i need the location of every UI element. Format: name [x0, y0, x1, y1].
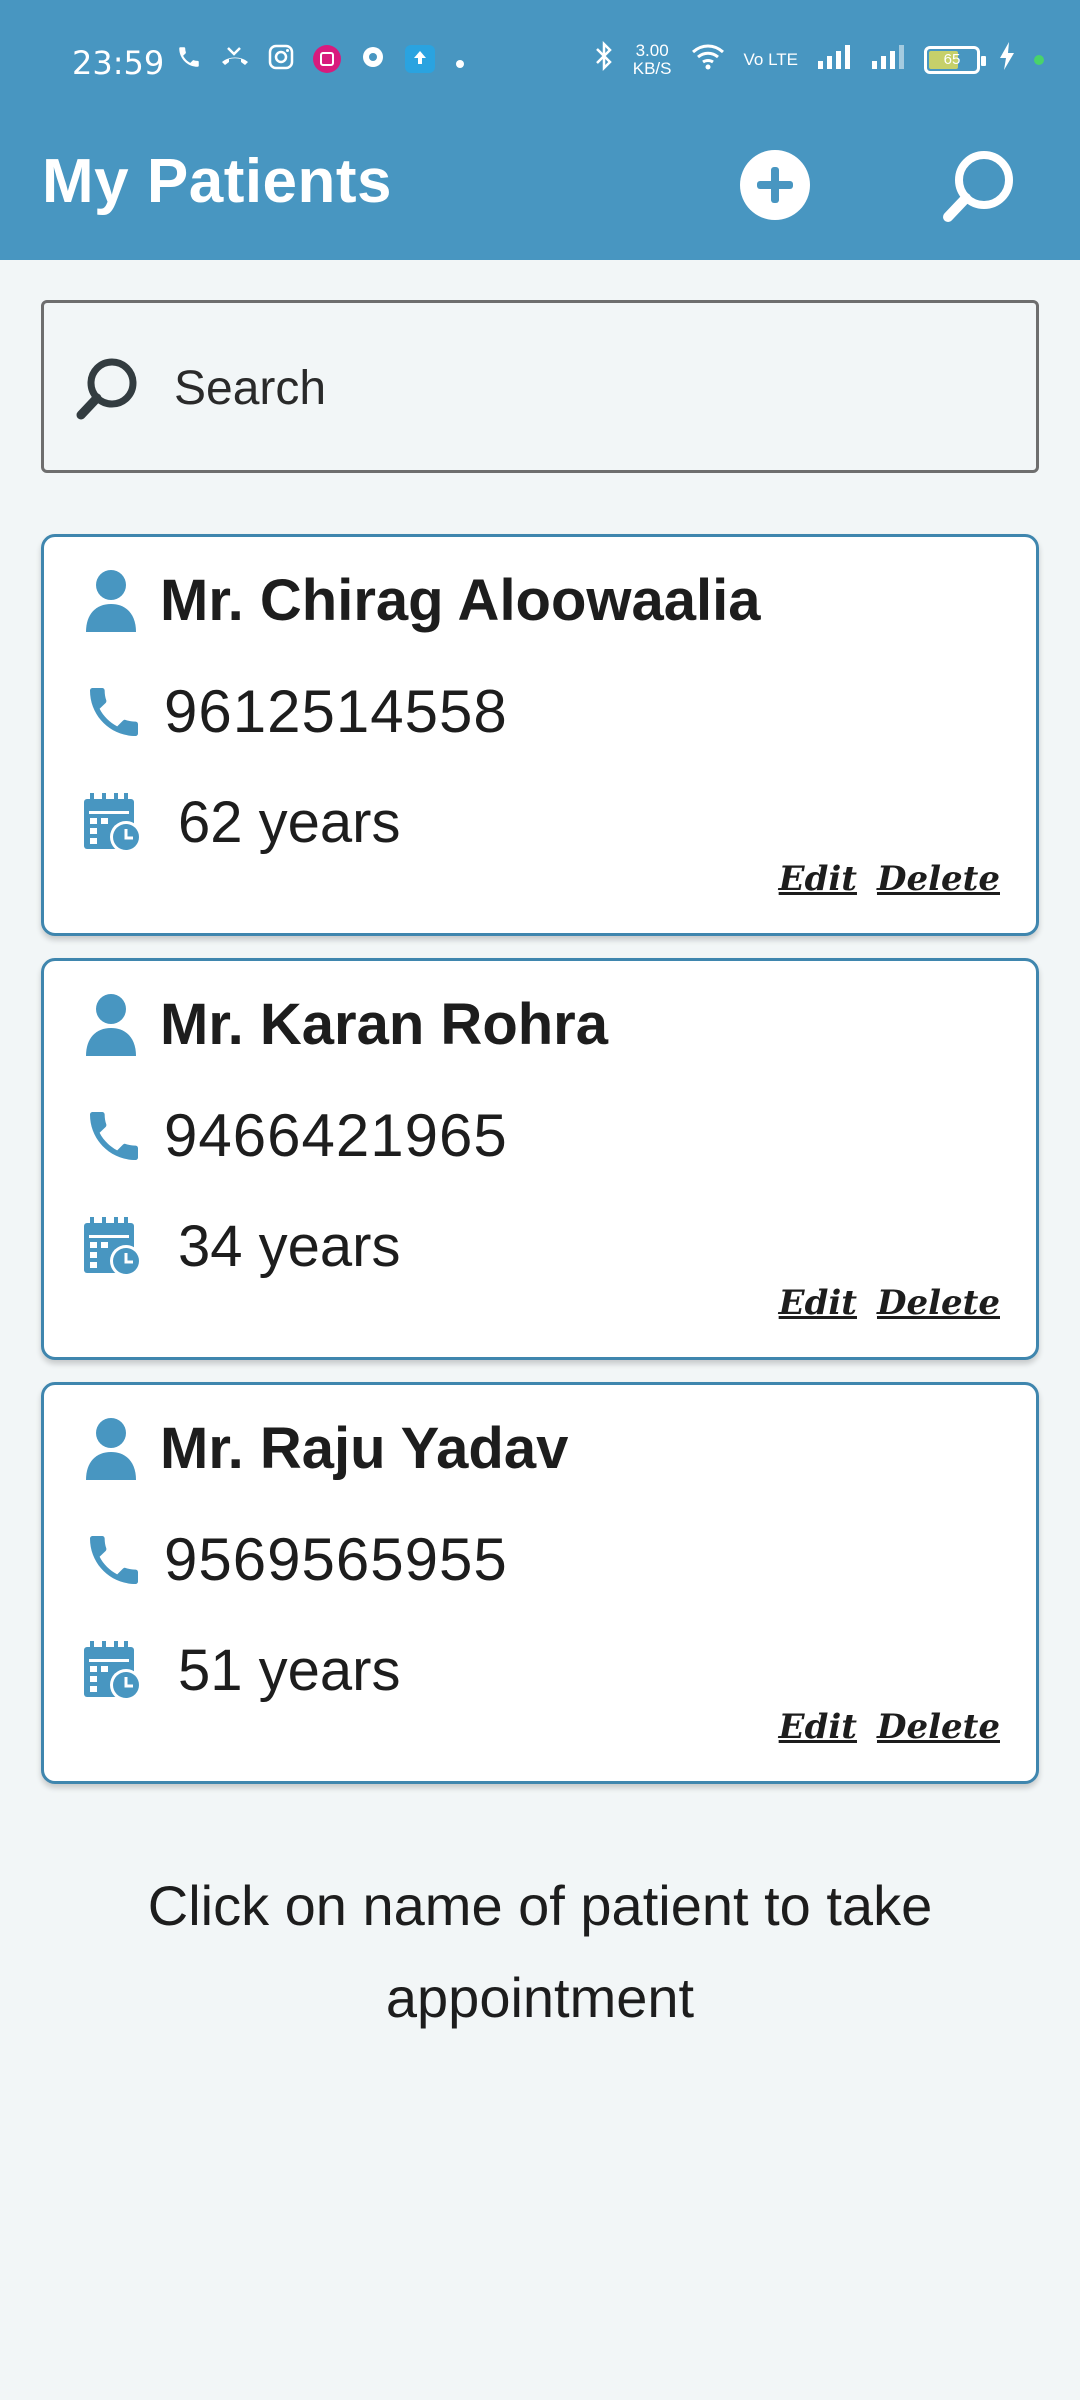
patient-name-row[interactable]: Mr. Chirag Aloowaalia: [82, 567, 761, 634]
card-actions: Edit Delete: [779, 859, 1000, 899]
edit-link[interactable]: Edit: [779, 859, 857, 899]
signal-icon-2: [870, 42, 906, 79]
patient-card: Mr. Karan Rohra 9466421965 34 years Edit…: [41, 958, 1039, 1360]
bluetooth-icon: [593, 40, 615, 80]
patient-card: Mr. Raju Yadav 9569565955 51 years Edit …: [41, 1382, 1039, 1784]
charging-icon: [998, 41, 1016, 79]
patient-age-row: 51 years: [82, 1637, 400, 1704]
patient-name-row[interactable]: Mr. Karan Rohra: [82, 991, 608, 1058]
patient-name-row[interactable]: Mr. Raju Yadav: [82, 1415, 568, 1482]
patient-phone-row: 9612514558: [82, 677, 508, 746]
search-icon: [943, 151, 1013, 222]
notification-icons: [176, 44, 466, 78]
calendar-clock-icon: [84, 1216, 142, 1277]
missed-call-icon: [220, 44, 250, 78]
battery-level: 65: [943, 51, 961, 68]
net-speed-value: 3.00: [635, 41, 669, 60]
delete-link[interactable]: Delete: [877, 859, 1000, 899]
patient-age: 34 years: [178, 1214, 401, 1279]
edit-link[interactable]: Edit: [779, 1707, 857, 1747]
calendar-clock-icon: [84, 1640, 142, 1701]
search-icon: [76, 358, 137, 420]
patient-phone: 9466421965: [164, 1102, 508, 1169]
volte-label: Vo LTE: [743, 50, 799, 69]
app-bar: 23:59 3.00 KB/S Vo LTE 65 My Patients: [0, 0, 1080, 260]
edit-link[interactable]: Edit: [779, 1283, 857, 1323]
patient-age: 51 years: [178, 1638, 401, 1703]
privacy-dot: [1034, 55, 1044, 65]
status-bar: 23:59 3.00 KB/S Vo LTE 65: [0, 0, 1080, 126]
patient-phone-row: 9569565955: [82, 1525, 508, 1594]
net-speed-unit: KB/S: [632, 59, 672, 78]
search-field[interactable]: [41, 300, 1039, 473]
net-speed: 3.00 KB/S: [633, 42, 672, 78]
patient-age: 62 years: [178, 790, 401, 855]
patient-phone-row: 9466421965: [82, 1101, 508, 1170]
cloud-upload-icon: [404, 44, 436, 78]
phone-call-icon: [176, 44, 202, 78]
person-icon: [86, 1417, 136, 1480]
patient-name[interactable]: Mr. Chirag Aloowaalia: [160, 567, 761, 634]
wifi-icon: [690, 41, 726, 79]
delete-link[interactable]: Delete: [877, 1707, 1000, 1747]
calendar-clock-icon: [84, 792, 142, 853]
phone-icon: [90, 1111, 138, 1160]
person-icon: [86, 569, 136, 632]
page-title: My Patients: [42, 147, 393, 216]
instagram-icon: [268, 44, 294, 78]
signal-icon-1: [816, 42, 852, 79]
phone-icon: [90, 687, 138, 736]
person-icon: [86, 993, 136, 1056]
patient-age-row: 62 years: [82, 789, 400, 856]
patient-phone: 9569565955: [164, 1526, 508, 1593]
system-status: 3.00 KB/S Vo LTE 65: [593, 40, 1044, 80]
delete-link[interactable]: Delete: [877, 1283, 1000, 1323]
add-patient-button[interactable]: [740, 150, 810, 220]
patient-age-row: 34 years: [82, 1213, 400, 1280]
card-actions: Edit Delete: [779, 1707, 1000, 1747]
status-time: 23:59: [72, 44, 165, 82]
phone-icon: [90, 1535, 138, 1584]
patient-card: Mr. Chirag Aloowaalia 9612514558 62 year…: [41, 534, 1039, 936]
search-input[interactable]: [174, 343, 994, 433]
card-actions: Edit Delete: [779, 1283, 1000, 1323]
appointment-hint: Click on name of patient to take appoint…: [147, 1874, 933, 2029]
patient-name[interactable]: Mr. Raju Yadav: [160, 1415, 568, 1482]
calendar-app-icon: [312, 44, 342, 78]
search-button[interactable]: [936, 146, 1018, 228]
battery-indicator: 65: [924, 46, 986, 74]
patient-phone: 9612514558: [164, 678, 508, 745]
chrome-icon: [360, 44, 386, 78]
patient-name[interactable]: Mr. Karan Rohra: [160, 991, 608, 1058]
more-notifications-icon: [454, 44, 466, 78]
